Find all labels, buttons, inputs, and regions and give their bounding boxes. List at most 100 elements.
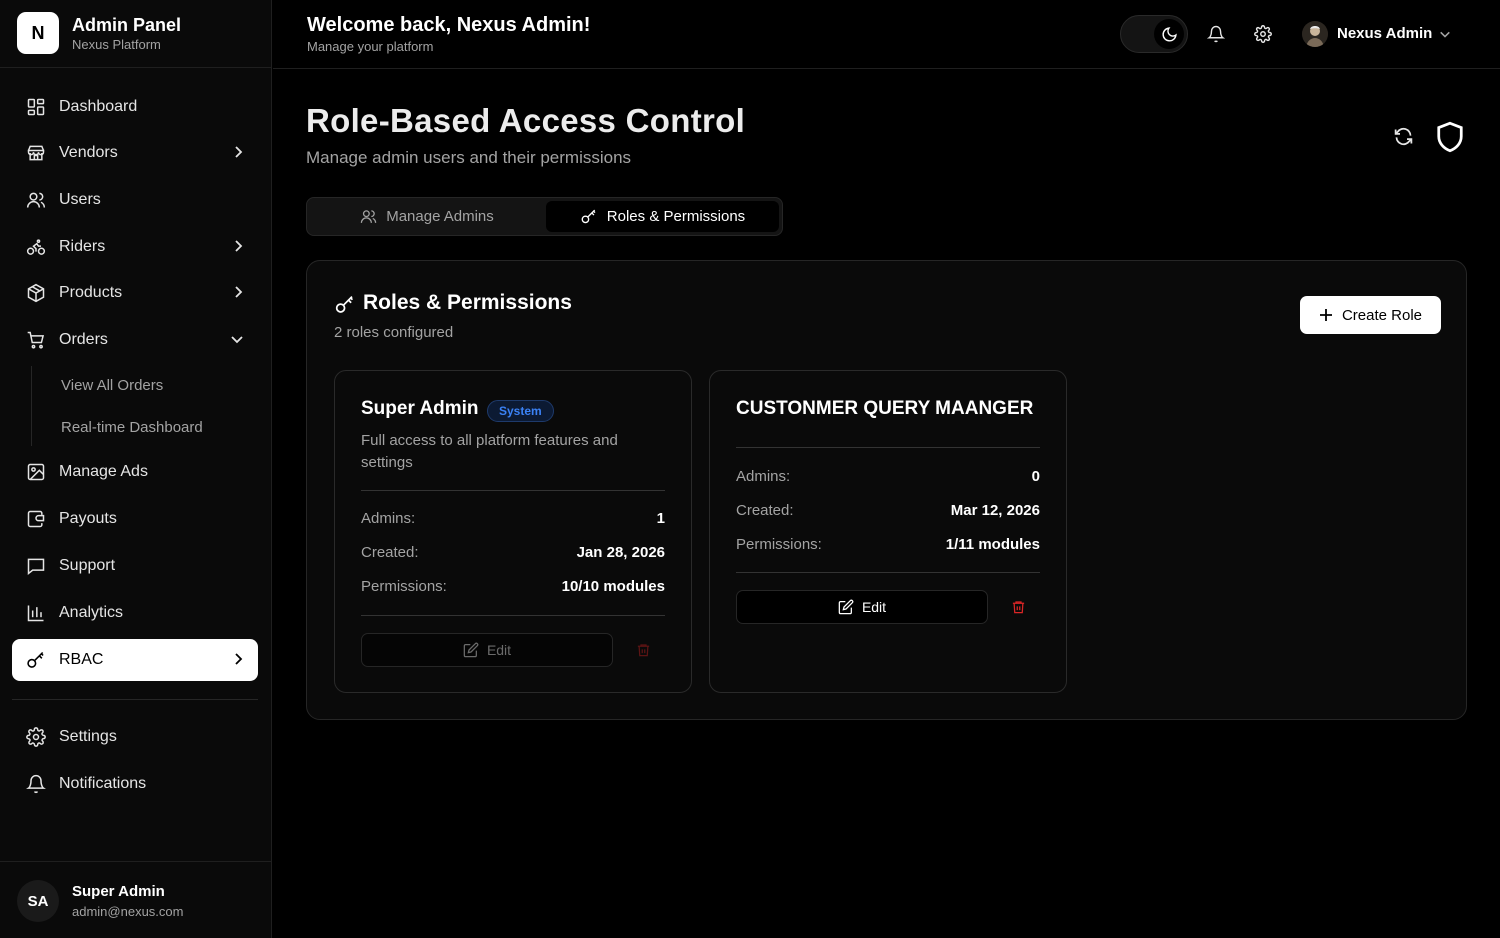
edit-role-button[interactable]: Edit (736, 590, 988, 624)
sidebar-item-label: Support (59, 557, 116, 574)
app-root: N Admin Panel Nexus Platform Dashboard V… (0, 0, 1500, 938)
shield-icon (1435, 120, 1465, 154)
meta-value: 1 (656, 510, 665, 527)
card-divider (361, 615, 665, 616)
cart-icon (25, 329, 47, 351)
welcome-title: Welcome back, Nexus Admin! (307, 14, 591, 36)
sidebar-user-profile[interactable]: SA Super Admin admin@nexus.com (0, 861, 272, 938)
sidebar-item-label: Analytics (59, 604, 124, 621)
sidebar-item-dashboard[interactable]: Dashboard (12, 86, 258, 128)
role-created-row: Created: Jan 28, 2026 (361, 544, 665, 561)
image-icon (25, 461, 47, 483)
box-icon (25, 282, 47, 304)
key-icon (334, 294, 356, 315)
brand-subtitle: Nexus Platform (72, 37, 161, 52)
edit-label: Edit (861, 599, 887, 615)
brand-logo[interactable]: N (17, 12, 59, 54)
sidebar-item-label: Dashboard (59, 98, 138, 115)
welcome-subtitle: Manage your platform (307, 39, 434, 54)
store-icon (25, 142, 47, 164)
sidebar-divider (12, 699, 258, 700)
sidebar-item-label: RBAC (59, 651, 104, 668)
panel-title: Roles & Permissions (363, 291, 572, 314)
sidebar-item-rbac[interactable]: RBAC (12, 639, 258, 681)
role-card-customer-query-manager: CUSTONMER QUERY MAANGER Admins: 0 Create… (709, 370, 1067, 693)
role-permissions-row: Permissions: 1/11 modules (736, 536, 1040, 553)
profile-avatar[interactable] (1302, 21, 1328, 47)
tab-label: Roles & Permissions (606, 208, 746, 225)
meta-key: Admins: (736, 468, 791, 485)
bell-icon[interactable] (1206, 24, 1226, 44)
sidebar-item-label: Notifications (59, 775, 147, 792)
card-divider (736, 572, 1040, 573)
page-title: Role-Based Access Control (306, 102, 746, 139)
gear-icon (25, 726, 47, 748)
edit-role-button[interactable]: Edit (361, 633, 613, 667)
gear-icon[interactable] (1253, 24, 1273, 44)
card-divider (736, 447, 1040, 448)
meta-key: Admins: (361, 510, 416, 527)
sidebar-item-orders[interactable]: Orders (12, 319, 258, 361)
role-name: CUSTONMER QUERY MAANGER (736, 398, 1034, 419)
theme-toggle[interactable] (1120, 15, 1188, 53)
role-created-row: Created: Mar 12, 2026 (736, 502, 1040, 519)
profile-name[interactable]: Nexus Admin (1337, 25, 1432, 42)
sidebar-subitem-view-all-orders[interactable]: View All Orders (61, 377, 163, 394)
status-badge: System (487, 400, 554, 422)
sidebar-item-riders[interactable]: Riders (12, 226, 258, 268)
create-role-button[interactable]: Create Role (1300, 296, 1441, 334)
bar-chart-icon (25, 602, 47, 624)
roles-count: 2 roles configured (334, 324, 454, 341)
meta-value: Jan 28, 2026 (576, 544, 665, 561)
sidebar-item-label: Vendors (59, 144, 118, 161)
sidebar-item-payouts[interactable]: Payouts (12, 498, 258, 540)
rbac-tabs: Manage Admins Roles & Permissions (306, 197, 783, 236)
role-admins-row: Admins: 0 (736, 468, 1040, 485)
brand-title: Admin Panel (72, 15, 182, 35)
chevron-down-icon (230, 332, 244, 346)
sidebar-item-label: Orders (59, 331, 108, 348)
meta-key: Created: (361, 544, 419, 561)
tab-manage-admins[interactable]: Manage Admins (311, 201, 543, 232)
sidebar-item-vendors[interactable]: Vendors (12, 132, 258, 174)
sidebar-item-notifications[interactable]: Notifications (12, 763, 258, 805)
chevron-right-icon (232, 652, 244, 666)
chevron-down-icon[interactable] (1439, 28, 1451, 40)
role-admins-row: Admins: 1 (361, 510, 665, 527)
user-email: admin@nexus.com (72, 904, 184, 919)
trash-icon[interactable] (633, 640, 653, 660)
trash-icon[interactable] (1008, 597, 1028, 617)
refresh-icon[interactable] (1393, 126, 1414, 147)
sidebar-item-manage-ads[interactable]: Manage Ads (12, 451, 258, 493)
sidebar-item-analytics[interactable]: Analytics (12, 592, 258, 634)
sidebar-item-support[interactable]: Support (12, 545, 258, 587)
key-icon (580, 208, 598, 225)
sidebar-subitem-realtime-dashboard[interactable]: Real-time Dashboard (61, 419, 203, 436)
meta-key: Permissions: (361, 578, 447, 595)
moon-icon (1154, 19, 1184, 49)
brand-header: N Admin Panel Nexus Platform (0, 0, 272, 68)
bell-icon (25, 773, 47, 795)
top-header: Welcome back, Nexus Admin! Manage your p… (273, 0, 1500, 69)
roles-panel: Roles & Permissions 2 roles configured C… (306, 260, 1467, 720)
card-divider (361, 490, 665, 491)
chevron-right-icon (232, 285, 244, 299)
sidebar-item-settings[interactable]: Settings (12, 716, 258, 758)
sidebar: N Admin Panel Nexus Platform Dashboard V… (0, 0, 272, 938)
sidebar-item-label: Riders (59, 238, 106, 255)
bike-icon (25, 236, 47, 258)
sidebar-item-products[interactable]: Products (12, 272, 258, 314)
sidebar-item-label: Products (59, 284, 123, 301)
users-icon (25, 189, 47, 211)
chevron-right-icon (232, 145, 244, 159)
tab-roles-permissions[interactable]: Roles & Permissions (546, 201, 779, 232)
edit-icon (463, 642, 479, 658)
sidebar-item-users[interactable]: Users (12, 179, 258, 221)
role-name: Super Admin (361, 398, 479, 419)
edit-label: Edit (486, 642, 512, 658)
role-card-super-admin: Super Admin System Full access to all pl… (334, 370, 692, 693)
tab-label: Manage Admins (386, 208, 494, 225)
meta-value: Mar 12, 2026 (950, 502, 1040, 519)
role-description: Full access to all platform features and… (361, 432, 618, 471)
user-name: Super Admin (72, 883, 165, 900)
